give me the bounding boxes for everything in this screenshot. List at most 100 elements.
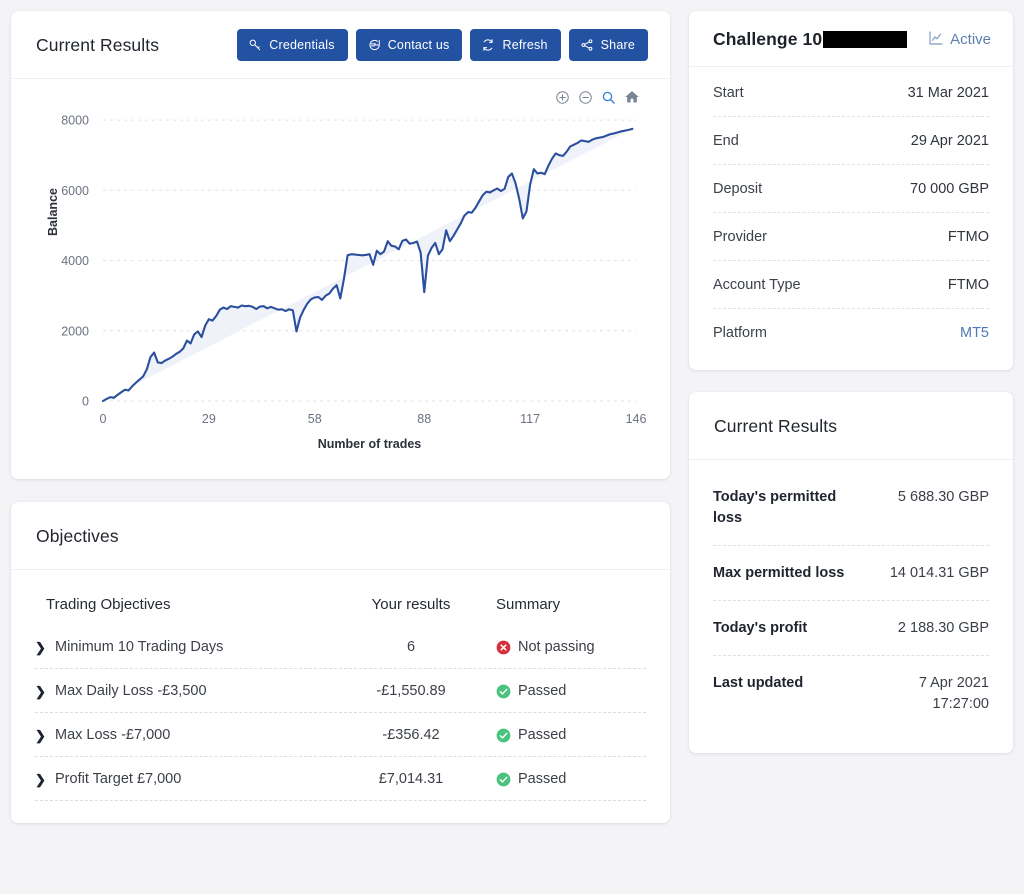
challenge-title-text: Challenge 10 xyxy=(713,29,823,49)
result-key: Max permitted loss xyxy=(713,565,845,582)
chevron-right-icon[interactable]: ❯ xyxy=(35,685,46,698)
result-cell: £7,014.31 xyxy=(378,771,444,787)
detail-value: 31 Mar 2021 xyxy=(907,85,989,101)
refresh-button[interactable]: Refresh xyxy=(470,29,561,61)
share-icon xyxy=(580,38,594,52)
detail-key: Account Type xyxy=(713,277,801,293)
svg-text:58: 58 xyxy=(308,412,322,426)
zoom-out-icon[interactable] xyxy=(578,90,593,105)
svg-text:117: 117 xyxy=(520,412,540,426)
pass-icon xyxy=(496,772,511,786)
detail-key: Start xyxy=(713,85,744,101)
zoom-in-icon[interactable] xyxy=(555,90,570,105)
objectives-title: Objectives xyxy=(36,525,119,546)
result-value: 14 014.31 GBP xyxy=(889,565,989,582)
status-label: Not passing xyxy=(518,639,595,655)
objective-label: Profit Target £7,000 xyxy=(55,771,182,787)
platform-link[interactable]: MT5 xyxy=(960,325,989,341)
objective-label: Max Daily Loss -£3,500 xyxy=(55,683,207,699)
objective-cell[interactable]: ❯ Max Daily Loss -£3,500 xyxy=(35,683,326,699)
refresh-button-label: Refresh xyxy=(502,37,548,52)
balance-chart-svg[interactable]: 0 2000 4000 6000 8000 0 29 58 88 117 146 Number of … xyxy=(11,79,670,479)
result-row-last-updated: Last updated 7 Apr 2021 17:27:00 xyxy=(713,656,989,731)
result-key: Today's permitted loss xyxy=(713,489,837,527)
detail-row-start: Start 31 Mar 2021 xyxy=(713,69,989,117)
detail-row-account-type: Account Type FTMO xyxy=(713,261,989,309)
detail-value: 29 Apr 2021 xyxy=(910,133,989,149)
share-button[interactable]: Share xyxy=(568,29,648,61)
selection-zoom-icon[interactable] xyxy=(601,90,616,105)
chevron-right-icon[interactable]: ❯ xyxy=(35,641,46,654)
chart-card-actions: Credentials Contact us Refresh Share xyxy=(237,29,648,61)
svg-text:146: 146 xyxy=(626,412,647,426)
left-column: Current Results Credentials Contact us R… xyxy=(11,11,670,894)
result-cell: -£356.42 xyxy=(382,727,440,743)
status-badge: Active xyxy=(928,30,991,50)
status-cell: Passed xyxy=(496,771,646,787)
svg-text:0: 0 xyxy=(82,395,89,409)
result-key: Today's profit xyxy=(713,620,808,637)
result-value: 2 188.30 GBP xyxy=(897,620,989,637)
svg-text:8000: 8000 xyxy=(61,114,89,128)
pass-icon xyxy=(496,728,511,742)
table-row[interactable]: ❯ Minimum 10 Trading Days 6 Not passing xyxy=(35,625,646,669)
status-cell: Not passing xyxy=(496,639,646,655)
svg-text:Number of trades: Number of trades xyxy=(318,437,422,451)
objective-cell[interactable]: ❯ Profit Target £7,000 xyxy=(35,771,326,787)
credentials-button[interactable]: Credentials xyxy=(237,29,348,61)
home-reset-icon[interactable] xyxy=(624,89,640,105)
right-column: Challenge 10 Active Start 31 Mar 2021 En… xyxy=(689,11,1013,894)
detail-value: FTMO xyxy=(947,277,989,293)
status-label: Passed xyxy=(518,771,567,787)
fail-icon xyxy=(496,640,511,654)
objectives-card-header: Objectives xyxy=(11,502,670,570)
objectives-card: Objectives Trading Objectives Your resul… xyxy=(11,502,670,823)
result-row-max-permitted-loss: Max permitted loss 14 014.31 GBP xyxy=(713,546,989,602)
result-key: Last updated xyxy=(713,675,804,692)
balance-chart: 0 2000 4000 6000 8000 0 29 58 88 117 146 Number of … xyxy=(11,79,670,479)
results-summary-header: Current Results xyxy=(689,392,1013,460)
detail-row-provider: Provider FTMO xyxy=(713,213,989,261)
pass-icon xyxy=(496,684,511,698)
svg-text:88: 88 xyxy=(417,412,431,426)
result-value: 7 Apr 2021 17:27:00 xyxy=(918,675,989,713)
objective-cell[interactable]: ❯ Max Loss -£7,000 xyxy=(35,727,326,743)
svg-text:4000: 4000 xyxy=(61,254,89,268)
detail-value: 70 000 GBP xyxy=(910,181,989,197)
objectives-table-header: Trading Objectives Your results Summary xyxy=(35,576,646,625)
chevron-right-icon[interactable]: ❯ xyxy=(35,773,46,786)
contact-us-button-label: Contact us xyxy=(387,37,450,52)
results-summary-body: Today's permitted loss 5 688.30 GBP Max … xyxy=(689,460,1013,753)
svg-text:0: 0 xyxy=(100,412,107,426)
detail-value: FTMO xyxy=(947,229,989,245)
objective-cell[interactable]: ❯ Minimum 10 Trading Days xyxy=(35,639,326,655)
challenge-details: Start 31 Mar 2021 End 29 Apr 2021 Deposi… xyxy=(689,67,1013,370)
column-header-objective: Trading Objectives xyxy=(46,596,171,613)
page-title: Current Results xyxy=(36,34,160,55)
detail-key: Provider xyxy=(713,229,767,245)
results-summary-title: Current Results xyxy=(714,415,838,436)
detail-key: End xyxy=(713,133,739,149)
chevron-right-icon[interactable]: ❯ xyxy=(35,729,46,742)
svg-text:6000: 6000 xyxy=(61,184,89,198)
table-row[interactable]: ❯ Max Daily Loss -£3,500 -£1,550.89 Pass… xyxy=(35,669,646,713)
status-label: Passed xyxy=(518,683,567,699)
result-row-todays-permitted-loss: Today's permitted loss 5 688.30 GBP xyxy=(713,470,989,547)
share-button-label: Share xyxy=(600,37,635,52)
chat-icon xyxy=(367,38,381,52)
refresh-icon xyxy=(481,38,495,52)
table-row[interactable]: ❯ Max Loss -£7,000 -£356.42 Passed xyxy=(35,713,646,757)
credentials-button-label: Credentials xyxy=(269,37,335,52)
detail-row-platform: Platform MT5 xyxy=(713,309,989,356)
table-row[interactable]: ❯ Profit Target £7,000 £7,014.31 Passed xyxy=(35,757,646,801)
result-row-todays-profit: Today's profit 2 188.30 GBP xyxy=(713,601,989,657)
key-icon xyxy=(248,38,262,52)
challenge-title: Challenge 10 xyxy=(713,29,908,50)
objective-label: Minimum 10 Trading Days xyxy=(55,639,224,655)
redaction-bar xyxy=(823,31,908,48)
svg-text:29: 29 xyxy=(202,412,216,426)
challenge-card-header: Challenge 10 Active xyxy=(689,11,1013,67)
contact-us-button[interactable]: Contact us xyxy=(355,29,463,61)
challenge-info-card: Challenge 10 Active Start 31 Mar 2021 En… xyxy=(689,11,1013,370)
detail-row-end: End 29 Apr 2021 xyxy=(713,117,989,165)
